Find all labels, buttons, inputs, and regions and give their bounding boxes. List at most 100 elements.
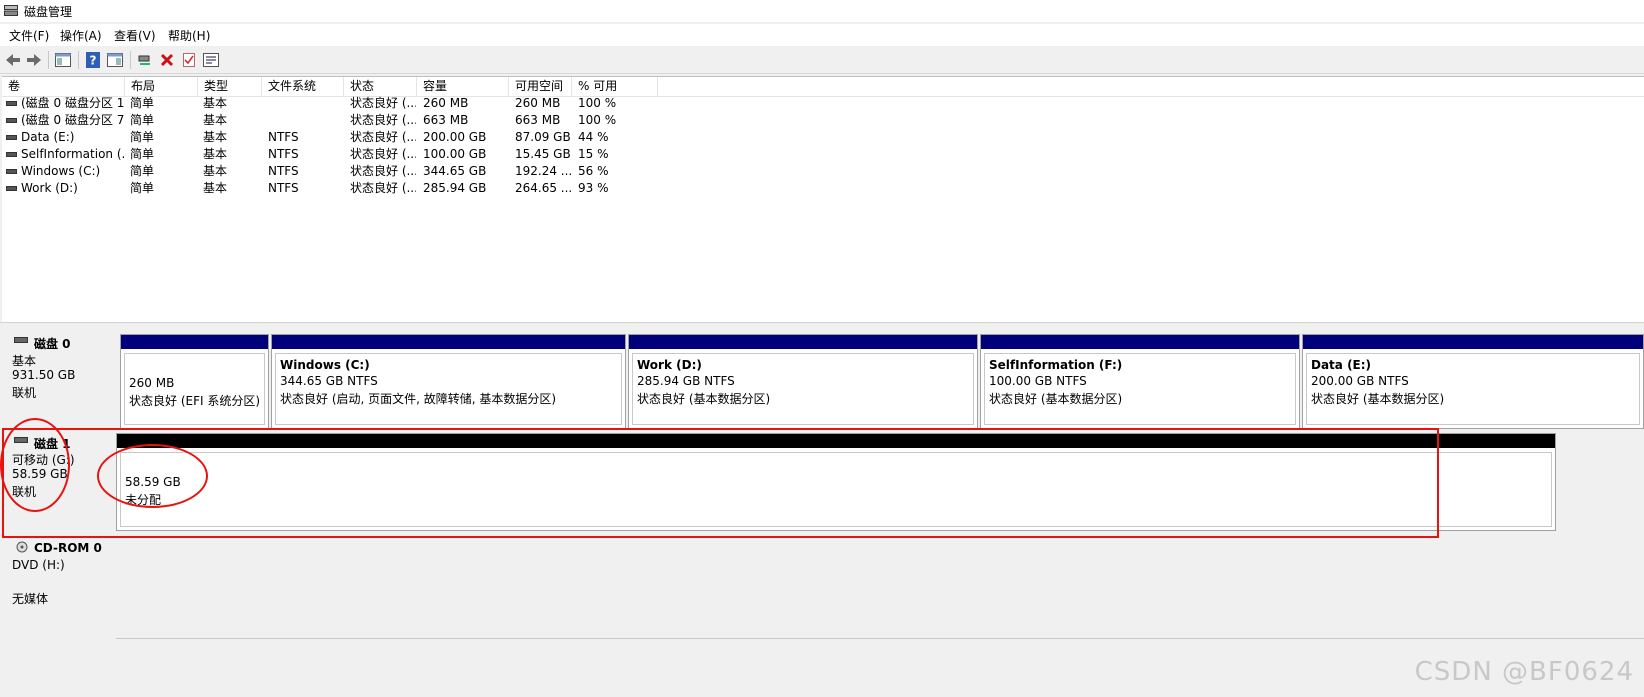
- cell-filesystem: NTFS: [268, 130, 299, 144]
- partition-title: Data (E:): [1311, 358, 1372, 372]
- disk-0-partitions: 260 MB 状态良好 (EFI 系统分区) Windows (C:) 344.…: [116, 334, 1644, 429]
- column-filesystem[interactable]: 文件系统: [262, 77, 344, 96]
- cell-type: 基本: [203, 96, 228, 110]
- partition-size: 200.00 GB NTFS: [1311, 374, 1409, 388]
- cell-volume: Data (E:): [21, 130, 75, 144]
- cell-status: 状态良好 (...: [350, 96, 416, 110]
- cell-free-space: 260 MB: [515, 96, 561, 110]
- column-status[interactable]: 状态: [344, 77, 417, 96]
- cell-type: 基本: [203, 113, 228, 127]
- partition-body: Windows (C:) 344.65 GB NTFS 状态良好 (启动, 页面…: [275, 353, 622, 425]
- toolbar: ?: [0, 47, 1644, 74]
- disk-kind: DVD (H:): [12, 558, 65, 572]
- volume-icon: [6, 118, 17, 123]
- disk-size: 931.50 GB: [12, 368, 76, 382]
- cell-capacity: 200.00 GB: [423, 130, 487, 144]
- partition-body: SelfInformation (F:) 100.00 GB NTFS 状态良好…: [984, 353, 1296, 425]
- column-free-space[interactable]: 可用空间: [509, 77, 572, 96]
- connect-icon[interactable]: [136, 51, 154, 69]
- check-icon[interactable]: [180, 51, 198, 69]
- disk-1-label[interactable]: 磁盘 1 可移动 (G:) 58.59 GB 联机: [2, 433, 117, 537]
- menu-action[interactable]: 操作(A): [60, 27, 102, 44]
- column-percent-free[interactable]: % 可用: [572, 77, 658, 96]
- disk-name: 磁盘 0: [34, 337, 71, 351]
- partition-efi[interactable]: 260 MB 状态良好 (EFI 系统分区): [120, 334, 269, 429]
- column-layout[interactable]: 布局: [125, 77, 198, 96]
- disk-state: 无媒体: [12, 592, 49, 606]
- cell-status: 状态良好 (...: [350, 113, 416, 127]
- partition-size: 285.94 GB NTFS: [637, 374, 735, 388]
- column-type[interactable]: 类型: [198, 77, 262, 96]
- menu-view[interactable]: 查看(V): [114, 27, 156, 44]
- partition-selfinformation[interactable]: SelfInformation (F:) 100.00 GB NTFS 状态良好…: [980, 334, 1300, 429]
- column-capacity[interactable]: 容量: [417, 77, 509, 96]
- partition-size: 100.00 GB NTFS: [989, 374, 1087, 388]
- disk-name: CD-ROM 0: [34, 541, 102, 555]
- partition-title: Windows (C:): [280, 358, 370, 372]
- cell-layout: 简单: [130, 164, 155, 178]
- cdrom-0-label[interactable]: CD-ROM 0 DVD (H:) 无媒体: [2, 540, 117, 638]
- back-icon[interactable]: [4, 51, 22, 69]
- cell-percent-free: 100 %: [578, 96, 617, 110]
- partition-bar: [121, 335, 268, 349]
- help-icon[interactable]: ?: [84, 51, 102, 69]
- cell-percent-free: 93 %: [578, 181, 609, 195]
- partition-bar: [272, 335, 625, 349]
- partition-windows[interactable]: Windows (C:) 344.65 GB NTFS 状态良好 (启动, 页面…: [271, 334, 626, 429]
- forward-icon[interactable]: [25, 51, 43, 69]
- cell-volume: SelfInformation (...: [21, 147, 125, 161]
- partition-unallocated[interactable]: 58.59 GB 未分配: [116, 433, 1556, 531]
- partition-size: 58.59 GB: [125, 475, 181, 489]
- partition-data[interactable]: Data (E:) 200.00 GB NTFS 状态良好 (基本数据分区): [1302, 334, 1644, 429]
- partition-title: SelfInformation (F:): [989, 358, 1123, 372]
- table-row[interactable]: Windows (C:) 简单 基本 NTFS 状态良好 (... 344.65…: [2, 163, 702, 180]
- cell-free-space: 87.09 GB: [515, 130, 571, 144]
- cell-percent-free: 44 %: [578, 130, 609, 144]
- disk-0-label[interactable]: 磁盘 0 基本 931.50 GB 联机: [2, 334, 117, 429]
- cell-layout: 简单: [130, 147, 155, 161]
- properties-icon[interactable]: [106, 51, 124, 69]
- disk-kind: 可移动 (G:): [12, 453, 75, 467]
- partition-size: 260 MB: [129, 376, 175, 390]
- disk-kind: 基本: [12, 354, 37, 368]
- column-volume[interactable]: 卷: [2, 77, 125, 96]
- volume-icon: [6, 186, 17, 191]
- table-row[interactable]: Work (D:) 简单 基本 NTFS 状态良好 (... 285.94 GB…: [2, 180, 702, 197]
- hard-disk-icon: [14, 337, 28, 343]
- cell-capacity: 344.65 GB: [423, 164, 487, 178]
- cell-status: 状态良好 (...: [350, 164, 416, 178]
- volume-list-header: 卷 布局 类型 文件系统 状态 容量 可用空间 % 可用: [2, 77, 1644, 97]
- volume-icon: [6, 169, 17, 174]
- volume-list: 卷 布局 类型 文件系统 状态 容量 可用空间 % 可用 (磁盘 0 磁盘分区 …: [2, 76, 1644, 323]
- cell-volume: Windows (C:): [21, 164, 101, 178]
- settings-icon[interactable]: [202, 51, 220, 69]
- svg-text:?: ?: [90, 54, 97, 68]
- cell-capacity: 260 MB: [423, 96, 469, 110]
- partition-status: 状态良好 (基本数据分区): [637, 392, 771, 406]
- cell-free-space: 15.45 GB: [515, 147, 571, 161]
- cell-status: 状态良好 (...: [350, 181, 416, 195]
- cdrom-0-area: [116, 540, 1644, 639]
- partition-size: 344.65 GB NTFS: [280, 374, 378, 388]
- console-tree-icon[interactable]: [54, 51, 72, 69]
- partition-bar: [629, 335, 977, 349]
- table-row[interactable]: SelfInformation (... 简单 基本 NTFS 状态良好 (..…: [2, 146, 702, 163]
- window-title: 磁盘管理: [24, 5, 73, 19]
- cell-filesystem: NTFS: [268, 181, 299, 195]
- title-bar: 磁盘管理: [0, 0, 1644, 22]
- partition-status: 状态良好 (基本数据分区): [989, 392, 1123, 406]
- delete-icon[interactable]: [158, 51, 176, 69]
- cell-type: 基本: [203, 147, 228, 161]
- table-row[interactable]: (磁盘 0 磁盘分区 7) 简单 基本 状态良好 (... 663 MB 663…: [2, 112, 702, 129]
- table-row[interactable]: Data (E:) 简单 基本 NTFS 状态良好 (... 200.00 GB…: [2, 129, 702, 146]
- cell-filesystem: NTFS: [268, 164, 299, 178]
- partition-body: 58.59 GB 未分配: [120, 452, 1552, 527]
- volume-icon: [6, 101, 17, 106]
- menu-file[interactable]: 文件(F): [9, 27, 49, 44]
- menu-help[interactable]: 帮助(H): [168, 27, 210, 44]
- table-row[interactable]: (磁盘 0 磁盘分区 1) 简单 基本 状态良好 (... 260 MB 260…: [2, 95, 702, 112]
- cd-drive-icon: [16, 541, 28, 553]
- partition-work[interactable]: Work (D:) 285.94 GB NTFS 状态良好 (基本数据分区): [628, 334, 978, 429]
- cell-layout: 简单: [130, 181, 155, 195]
- cell-percent-free: 100 %: [578, 113, 617, 127]
